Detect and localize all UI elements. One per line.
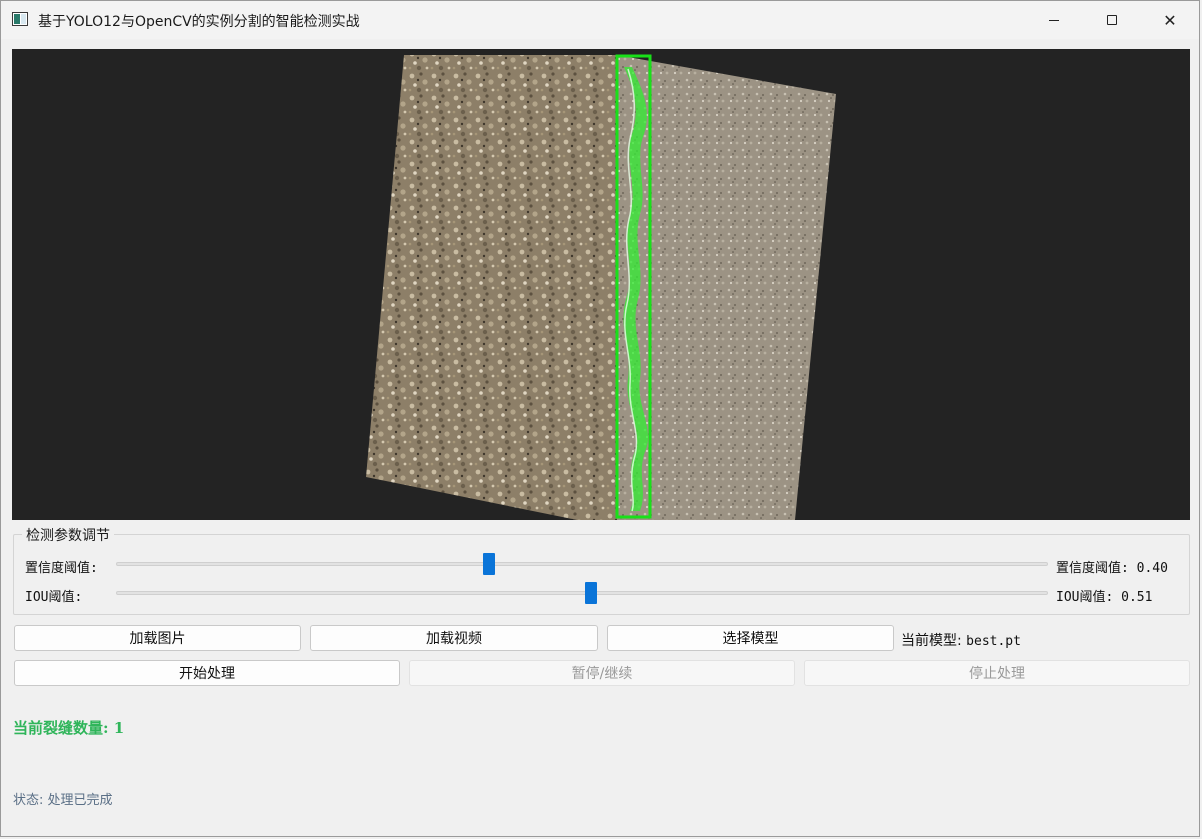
confidence-slider-track[interactable] <box>116 562 1048 566</box>
maximize-icon <box>1107 15 1117 25</box>
current-model-value: best.pt <box>966 634 1021 649</box>
params-group-title: 检测参数调节 <box>22 525 114 545</box>
window-title: 基于YOLO12与OpenCV的实例分割的智能检测实战 <box>38 14 360 30</box>
crack-count-label: 当前裂缝数量: 1 <box>13 719 125 737</box>
load-image-button[interactable]: 加载图片 <box>14 625 301 651</box>
iou-slider-handle[interactable] <box>585 582 598 604</box>
load-video-button[interactable]: 加载视频 <box>310 625 598 651</box>
close-icon: ✕ <box>1163 10 1177 30</box>
pause-resume-button[interactable]: 暂停/继续 <box>409 660 795 686</box>
road-left-half <box>366 55 617 520</box>
current-model-label: 当前模型: <box>901 633 962 649</box>
result-image <box>366 54 836 520</box>
maximize-button[interactable] <box>1083 1 1141 39</box>
confidence-label: 置信度阈值: <box>25 561 98 576</box>
confidence-value: 置信度阈值: 0.40 <box>1056 561 1168 576</box>
start-button[interactable]: 开始处理 <box>14 660 400 686</box>
title-bar: 基于YOLO12与OpenCV的实例分割的智能检测实战 ✕ <box>1 1 1199 39</box>
status-label: 状态: 处理已完成 <box>13 793 113 808</box>
minimize-button[interactable] <box>1025 1 1083 39</box>
confidence-slider-handle[interactable] <box>482 553 495 575</box>
params-groupbox <box>13 534 1190 615</box>
current-model-display: 当前模型: best.pt <box>901 630 1021 650</box>
image-display <box>12 49 1190 520</box>
stop-button[interactable]: 停止处理 <box>804 660 1190 686</box>
main-window: 基于YOLO12与OpenCV的实例分割的智能检测实战 ✕ 检测参数调节 置信度… <box>0 0 1200 837</box>
iou-label: IOU阈值: <box>25 590 83 605</box>
app-icon <box>12 12 28 26</box>
close-button[interactable]: ✕ <box>1141 1 1199 39</box>
minimize-icon <box>1049 19 1059 21</box>
select-model-button[interactable]: 选择模型 <box>607 625 894 651</box>
iou-value: IOU阈值: 0.51 <box>1056 590 1153 605</box>
iou-slider-track[interactable] <box>116 591 1048 595</box>
